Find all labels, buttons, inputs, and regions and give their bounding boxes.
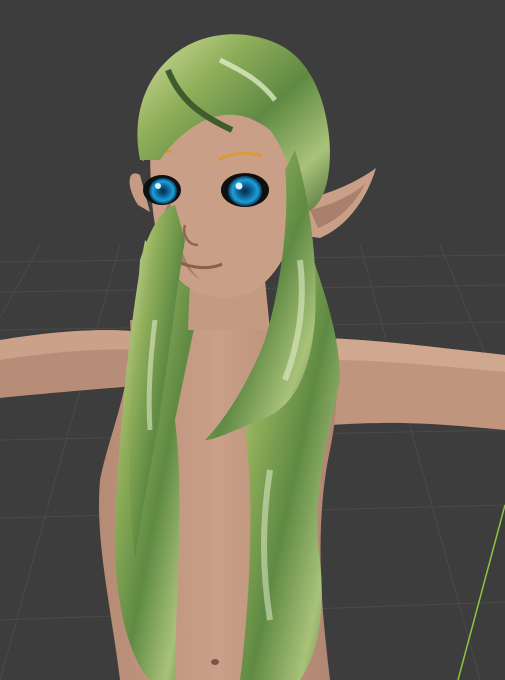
y-axis-line [457, 504, 505, 680]
3d-viewport[interactable] [0, 0, 505, 680]
navel [211, 659, 219, 665]
viewport-canvas [0, 34, 505, 680]
left-eye [143, 175, 181, 205]
right-eye [221, 173, 269, 207]
